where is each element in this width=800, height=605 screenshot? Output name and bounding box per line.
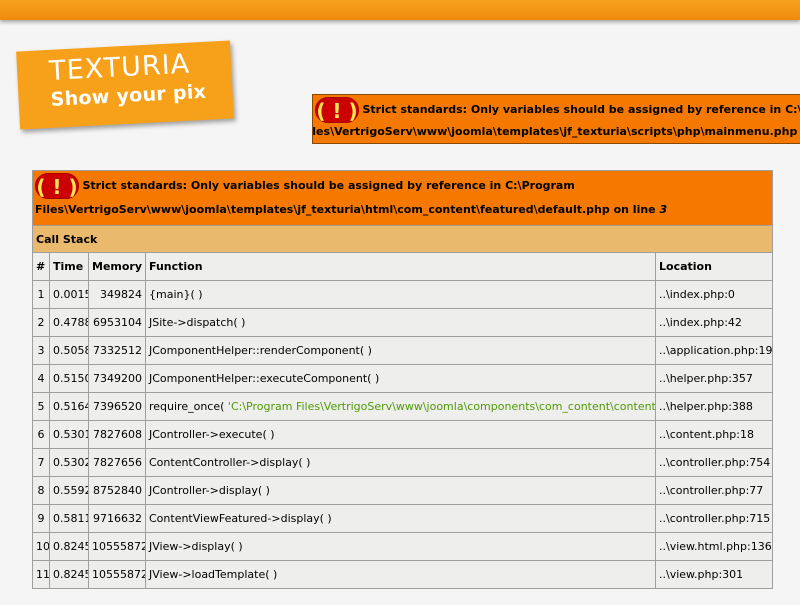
row-memory: 8752840 [88,476,146,505]
function-argument: 'C:\Program Files\VertrigoServ\www\jooml… [227,400,656,413]
row-num: 8 [32,476,50,505]
row-memory: 7827608 [88,420,146,449]
row-num: 1 [32,280,50,309]
row-function: JSite->dispatch( ) [145,308,656,337]
row-location: ..\helper.php:357 [654,364,774,393]
row-memory: 6953104 [88,308,146,337]
header-location: Location [654,252,774,281]
row-num: 11 [32,560,50,589]
call-stack-title-row: Call Stack [31,225,774,253]
row-function: ContentViewFeatured->display( ) [145,504,656,533]
table-row: 11 0.8245 10555872 JView->loadTemplate( )..… [32,560,774,589]
table-row: 2 0.4788 6953104 JSite->dispatch( ) ..\index… [32,308,774,337]
row-location: ..\index.php:42 [654,308,774,337]
row-num: 10 [32,532,50,561]
table-row: 6 0.5301 7827608 JController->execute( ) ..\… [32,420,774,449]
error-line-number: 3 [659,203,668,216]
error-call-stack-table: ( ! ) Strict standards: Only variables s… [31,170,774,589]
table-row: 10 0.8245 10555872 JView->display( ) ..\view… [32,532,774,561]
table-row: 3 0.5058 7332512 JComponentHelper::renderCo… [32,336,774,365]
logo-title: TEXTURIA [48,48,191,87]
function-name: JSite->dispatch( ) [149,316,246,329]
header-time: Time [49,252,89,281]
header-num: # [32,252,50,281]
row-num: 6 [32,420,50,449]
function-name: {main}( ) [149,288,203,301]
banner-error-notice: ( ! ) Strict standards: Only variables s… [312,94,800,144]
table-row: 4 0.5150 7349200 JComponentHelper::executeC… [32,364,774,393]
row-memory: 7349200 [88,364,146,393]
function-name: JView->display( ) [149,540,243,553]
row-location: ..\content.php:18 [654,420,774,449]
row-function: JComponentHelper::executeComponent( ) [145,364,656,393]
function-name: ContentController->display( ) [149,456,311,469]
function-name: JController->execute( ) [149,428,275,441]
row-time: 0.5058 [49,336,89,365]
table-row: 7 0.5302 7827656 ContentController->display… [32,448,774,477]
banner-error-line1: Strict standards: Only variables should … [362,103,800,116]
row-num: 2 [32,308,50,337]
row-time: 0.5302 [49,448,89,477]
row-memory: 349824 [88,280,146,309]
row-num: 5 [32,392,50,421]
row-location: ..\controller.php:715 [654,504,774,533]
row-function: JView->display( ) [145,532,656,561]
row-function: JController->execute( ) [145,420,656,449]
row-location: ..\controller.php:754 [654,448,774,477]
site-logo[interactable]: TEXTURIA Show your pix [16,40,234,130]
top-header-bar [0,0,800,20]
error-message-row: ( ! ) Strict standards: Only variables s… [31,170,774,226]
row-time: 0.5592 [49,476,89,505]
row-memory: 10555872 [88,532,146,561]
table-row: 1 0.0015 349824 {main}( ) ..\index.php:0 [32,280,774,309]
row-function: ContentController->display( ) [145,448,656,477]
error-line1: Strict standards: Only variables should … [82,179,575,192]
row-location: ..\index.php:0 [654,280,774,309]
row-num: 7 [32,448,50,477]
function-name: require_once( [149,400,228,413]
row-time: 0.0015 [49,280,89,309]
row-num: 9 [32,504,50,533]
row-function: JView->loadTemplate( ) [145,560,656,589]
row-time: 0.8245 [49,560,89,589]
warning-icon: ( ! ) [35,173,79,199]
error-line2: Files\VertrigoServ\www\joomla\templates\… [35,203,656,216]
row-time: 0.5811 [49,504,89,533]
warning-icon: ( ! ) [315,97,359,123]
row-num: 3 [32,336,50,365]
row-memory: 7396520 [88,392,146,421]
table-header-row: # Time Memory Function Location [32,252,774,281]
call-stack-title: Call Stack [31,225,774,253]
row-location: ..\view.php:301 [654,560,774,589]
header-function: Function [145,252,656,281]
row-memory: 7332512 [88,336,146,365]
row-memory: 9716632 [88,504,146,533]
row-memory: 10555872 [88,560,146,589]
row-time: 0.4788 [49,308,89,337]
header-memory: Memory [88,252,146,281]
row-location: ..\view.html.php:136 [654,532,774,561]
row-location: ..\helper.php:388 [654,392,774,421]
row-function: require_once( 'C:\Program Files\Vertrigo… [145,392,656,421]
row-time: 0.5301 [49,420,89,449]
row-location: ..\controller.php:77 [654,476,774,505]
row-time: 0.5164 [49,392,89,421]
table-row: 5 0.5164 7396520 require_once( 'C:\Program … [32,392,774,421]
function-name: ContentViewFeatured->display( ) [149,512,332,525]
function-name: JComponentHelper::renderComponent( ) [149,344,372,357]
row-num: 4 [32,364,50,393]
row-function: JComponentHelper::renderComponent( ) [145,336,656,365]
row-memory: 7827656 [88,448,146,477]
function-name: JController->display( ) [149,484,270,497]
row-time: 0.5150 [49,364,89,393]
table-row: 9 0.5811 9716632 ContentViewFeatured->displ… [32,504,774,533]
function-name: JView->loadTemplate( ) [149,568,278,581]
row-location: ..\application.php:198 [654,336,774,365]
row-time: 0.8245 [49,532,89,561]
row-function: {main}( ) [145,280,656,309]
function-name: JComponentHelper::executeComponent( ) [149,372,380,385]
banner-error-line2: Files\VertrigoServ\www\joomla\templates\… [312,125,800,138]
table-row: 8 0.5592 8752840 JController->display( ) ..\… [32,476,774,505]
row-function: JController->display( ) [145,476,656,505]
